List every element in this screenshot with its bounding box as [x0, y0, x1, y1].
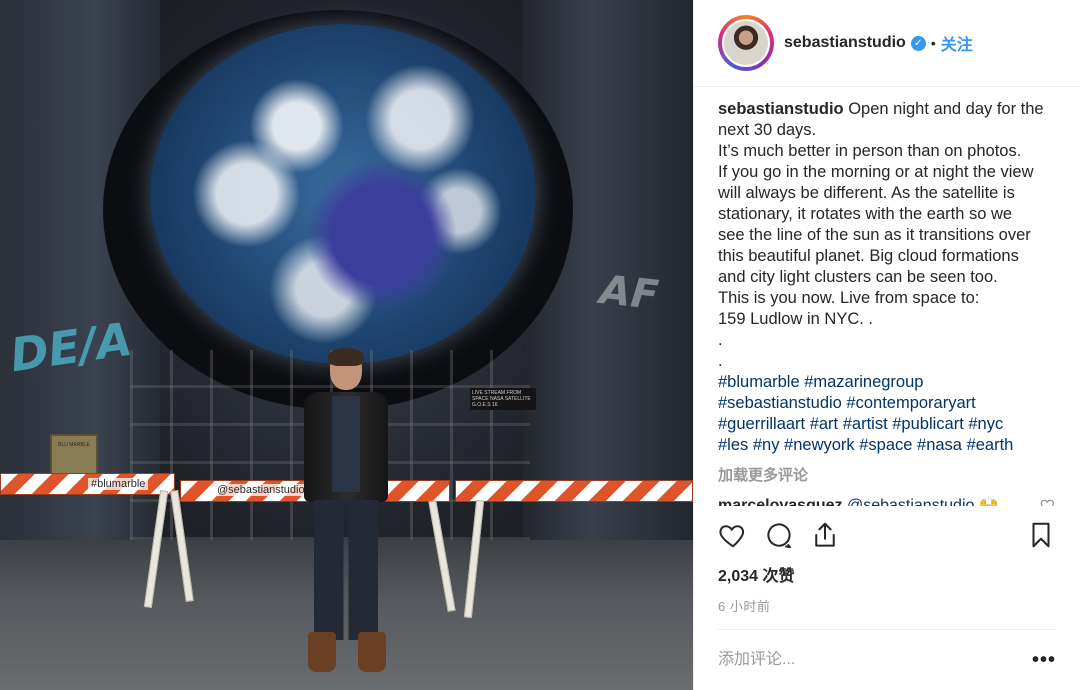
- caption-line: will always be different. As the satelli…: [718, 184, 1015, 202]
- barrier-right: [455, 480, 693, 502]
- caption-line: .: [718, 331, 723, 349]
- barrier-tag-center: @sebastianstudio: [214, 484, 308, 496]
- post-actions: 2,034 次赞 6 小时前: [694, 506, 1080, 630]
- hair: [328, 348, 364, 366]
- comment-content: marcelovasquez @sebastianstudio 🙌: [718, 495, 999, 506]
- caption-line: .: [718, 352, 723, 370]
- hashtag-line[interactable]: #blumarble #mazarinegroup: [718, 372, 1056, 393]
- person: [300, 348, 392, 680]
- comments-area[interactable]: sebastianstudio Open night and day for t…: [694, 87, 1080, 506]
- post-header: sebastianstudio ✓ • 关注: [694, 0, 1080, 87]
- comment-text: @sebastianstudio 🙌: [846, 497, 999, 506]
- post-side-panel: sebastianstudio ✓ • 关注 sebastianstudio O…: [693, 0, 1080, 690]
- avatar[interactable]: [722, 19, 770, 67]
- likes-count[interactable]: 2,034 次赞: [718, 562, 1056, 586]
- caption-username[interactable]: sebastianstudio: [718, 100, 844, 118]
- comment-username[interactable]: marcelovasquez: [718, 497, 843, 506]
- caption-line: stationary, it rotates with the earth so…: [718, 205, 1013, 223]
- caption-line: This is you now. Live from space to:: [718, 289, 980, 307]
- caption-line: Open night and day for the: [848, 100, 1044, 118]
- caption-line: next 30 days.: [718, 121, 817, 139]
- caption-line: It’s much better in person than on photo…: [718, 142, 1022, 160]
- hashtag-line[interactable]: #les #ny #newyork #space #nasa #earth: [718, 435, 1056, 456]
- comment-like-icon[interactable]: [1040, 497, 1056, 506]
- load-more-comments-button[interactable]: 加载更多评论: [718, 464, 1056, 485]
- caption-line: this beautiful planet. Big cloud formati…: [718, 247, 1019, 265]
- share-icon[interactable]: [810, 520, 840, 550]
- comment: marcelovasquez @sebastianstudio 🙌: [718, 495, 1056, 506]
- livestream-sign: LIVE STREAM FROM SPACE NASA SATELLITE G.…: [470, 388, 536, 410]
- verified-badge-icon: ✓: [910, 35, 926, 51]
- earth-display: [150, 24, 536, 364]
- follow-button[interactable]: 关注: [941, 31, 973, 55]
- instagram-post: DE/A AF LIVE STREAM FROM SPACE NASA SATE…: [0, 0, 1080, 690]
- header-username[interactable]: sebastianstudio: [784, 34, 906, 52]
- caption-line: If you go in the morning or at night the…: [718, 163, 1034, 181]
- hashtag-line[interactable]: #sebastianstudio #contemporaryart: [718, 393, 1056, 414]
- boot-left: [308, 632, 336, 672]
- post-timestamp[interactable]: 6 小时前: [718, 596, 1056, 615]
- caption-line: see the line of the sun as it transition…: [718, 226, 1031, 244]
- exhibit-plaque: BLU MARBLE: [50, 434, 98, 478]
- jeans: [314, 500, 378, 640]
- barrier-tag-left: #blumarble: [88, 478, 149, 490]
- caption: sebastianstudio Open night and day for t…: [718, 99, 1056, 372]
- more-options-icon[interactable]: •••: [1032, 649, 1056, 672]
- add-comment-bar: •••: [694, 630, 1080, 690]
- post-photo[interactable]: DE/A AF LIVE STREAM FROM SPACE NASA SATE…: [0, 0, 693, 690]
- bookmark-icon[interactable]: [1026, 520, 1056, 550]
- header-separator: •: [930, 35, 936, 51]
- hashtags: #blumarble #mazarinegroup #sebastianstud…: [718, 372, 1056, 456]
- like-icon[interactable]: [718, 520, 748, 550]
- boot-right: [358, 632, 386, 672]
- add-comment-input[interactable]: [718, 651, 998, 669]
- shirt: [332, 396, 360, 492]
- caption-line: and city light clusters can be seen too.: [718, 268, 998, 286]
- comment-icon[interactable]: [764, 520, 794, 550]
- hashtag-line[interactable]: #guerrillaart #art #artist #publicart #n…: [718, 414, 1056, 435]
- caption-line: 159 Ludlow in NYC. .: [718, 310, 874, 328]
- action-icons: [718, 510, 1056, 560]
- story-ring[interactable]: [718, 15, 774, 71]
- graffiti-right: AF: [597, 267, 661, 319]
